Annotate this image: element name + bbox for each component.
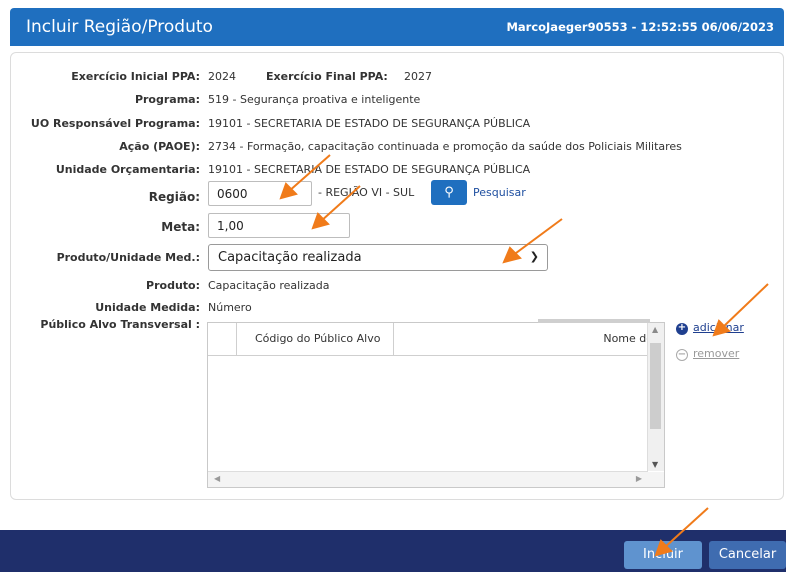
produto-unidade-select[interactable]: Capacitação realizada ❯ [208, 244, 548, 271]
cancelar-button[interactable]: Cancelar [709, 541, 786, 569]
grid-horizontal-scrollbar[interactable]: ◀ ▶ [208, 471, 648, 487]
pesquisar-link[interactable]: Pesquisar [473, 186, 526, 199]
acao-value: 2734 - Formação, capacitação continuada … [208, 140, 682, 153]
produto-value: Capacitação realizada [208, 279, 330, 292]
scroll-right-icon[interactable]: ▶ [636, 474, 642, 483]
exercicio-inicial-value: 2024 [208, 70, 236, 83]
regiao-input[interactable]: 0600 [208, 181, 312, 206]
grid-column-nome[interactable]: Nome do [395, 323, 653, 355]
publico-alvo-label: Público Alvo Transversal : [40, 318, 200, 331]
grid-header: Código do Público Alvo Nome do [208, 319, 653, 356]
produto-unidade-label: Produto/Unidade Med.: [56, 251, 200, 264]
scroll-down-icon[interactable]: ▼ [652, 460, 658, 469]
meta-input[interactable]: 1,00 [208, 213, 350, 238]
regiao-description: - REGIÃO VI - SUL [318, 186, 415, 199]
scroll-left-icon[interactable]: ◀ [214, 474, 220, 483]
scroll-thumb[interactable] [650, 343, 661, 429]
chevron-down-icon: ❯ [529, 250, 539, 263]
search-icon: ⚲ [444, 185, 454, 200]
produto-label: Produto: [146, 279, 200, 292]
scroll-corner [648, 472, 664, 487]
grid-header-select-column[interactable] [208, 323, 237, 355]
scroll-up-icon[interactable]: ▲ [652, 325, 658, 334]
exercicio-inicial-label: Exercício Inicial PPA: [71, 70, 200, 83]
add-icon[interactable]: + [676, 323, 688, 335]
acao-label: Ação (PAOE): [119, 140, 200, 153]
unidade-orcamentaria-value: 19101 - SECRETARIA DE ESTADO DE SEGURANÇ… [208, 163, 531, 176]
uo-label: UO Responsável Programa: [30, 117, 200, 130]
programa-label: Programa: [134, 93, 200, 106]
regiao-label: Região: [148, 190, 200, 204]
meta-label: Meta: [161, 220, 200, 234]
incluir-button[interactable]: Incluir [624, 541, 702, 569]
dialog-titlebar: Incluir Região/Produto MarcoJaeger90553 … [10, 8, 784, 46]
remove-icon[interactable]: − [676, 349, 688, 361]
exercicio-final-label: Exercício Final PPA: [266, 70, 388, 83]
exercicio-final-value: 2027 [404, 70, 432, 83]
publico-alvo-grid: Código do Público Alvo Nome do ▲ ▼ ◀ ▶ [207, 319, 665, 488]
unidade-medida-label: Unidade Medida: [95, 301, 200, 314]
dialog-title: Incluir Região/Produto [26, 17, 213, 37]
user-session-info: MarcoJaeger90553 - 12:52:55 06/06/2023 [506, 20, 774, 34]
grid-column-codigo[interactable]: Código do Público Alvo [237, 323, 394, 355]
remover-link[interactable]: remover [693, 347, 739, 360]
unidade-medida-value: Número [208, 301, 252, 314]
search-button[interactable]: ⚲ [431, 180, 467, 205]
adicionar-link[interactable]: adicionar [693, 321, 744, 334]
unidade-orcamentaria-label: Unidade Orçamentaria: [55, 163, 200, 176]
programa-value: 519 - Segurança proativa e inteligente [208, 93, 421, 106]
uo-value: 19101 - SECRETARIA DE ESTADO DE SEGURANÇ… [208, 117, 531, 130]
produto-unidade-selected: Capacitação realizada [218, 250, 362, 265]
grid-vertical-scrollbar[interactable]: ▲ ▼ [647, 323, 664, 471]
